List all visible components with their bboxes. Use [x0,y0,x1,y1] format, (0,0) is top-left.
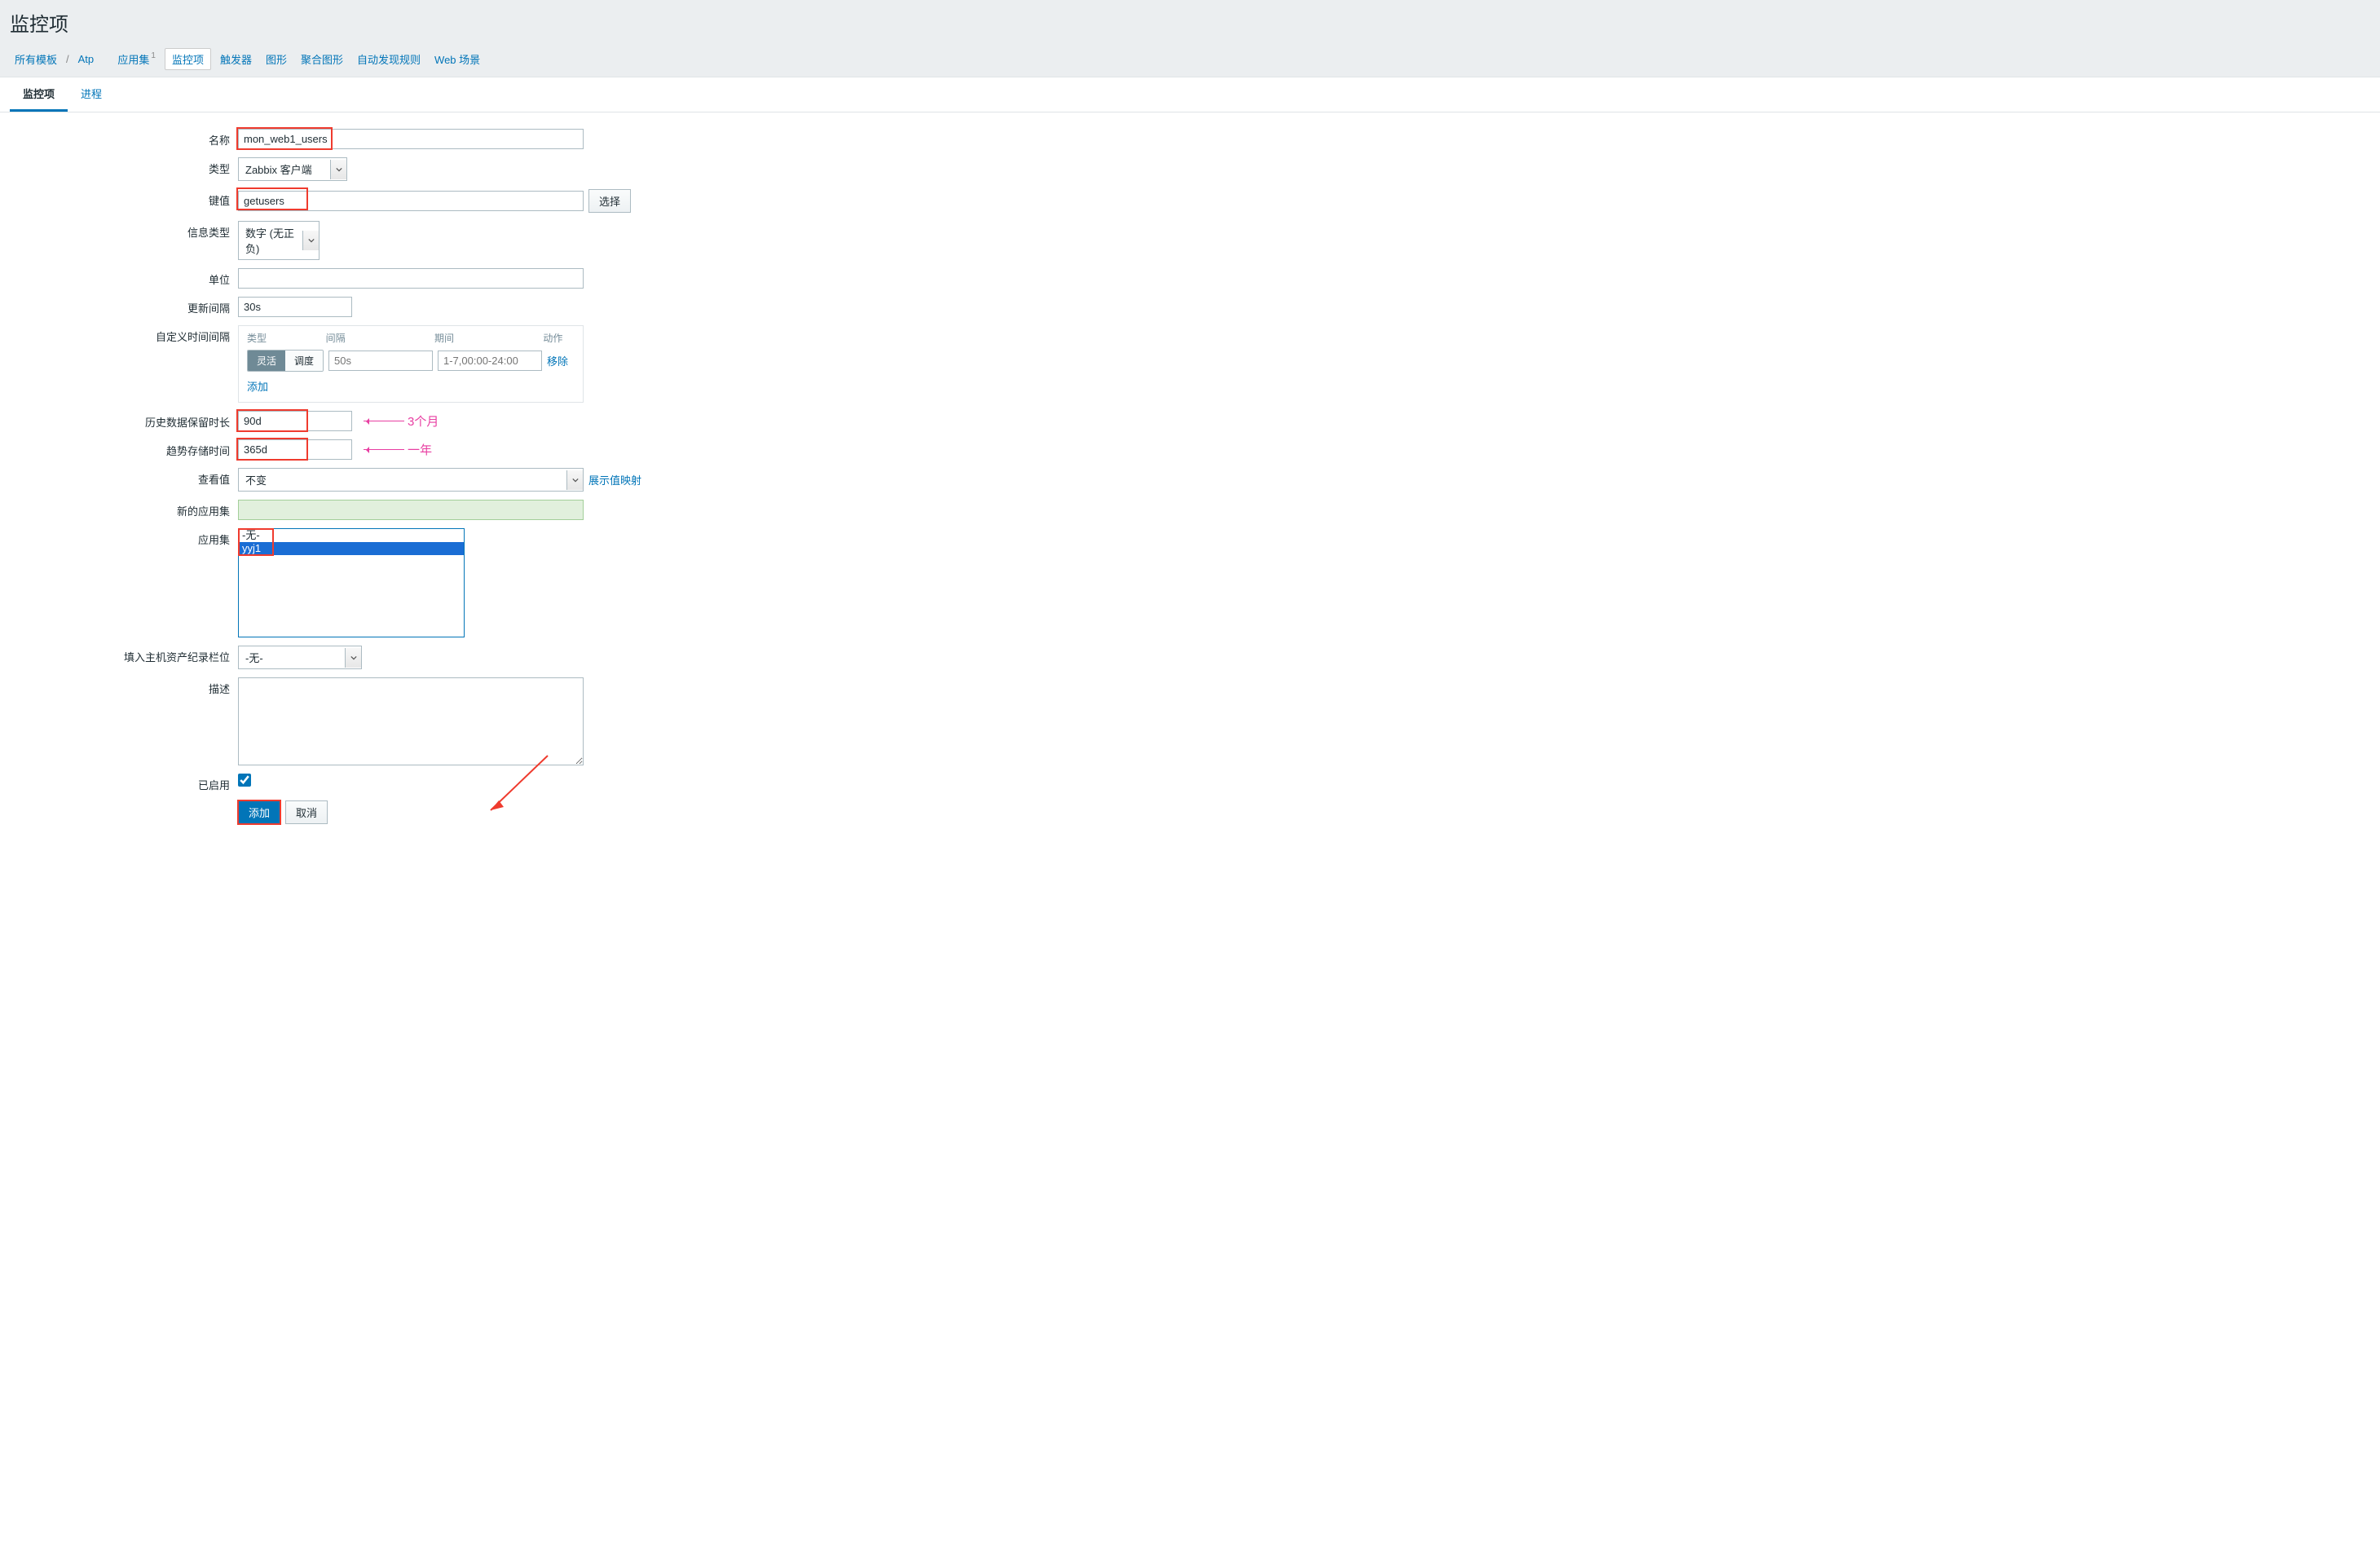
hdr-type: 类型 [247,331,326,345]
bc-template-name[interactable]: Atp [73,51,99,68]
label-apps: 应用集 [10,528,238,547]
label-new-app: 新的应用集 [10,500,238,518]
label-update-interval: 更新间隔 [10,297,238,315]
tab-process[interactable]: 进程 [68,77,115,112]
hdr-period: 期间 [434,331,543,345]
hdr-interval: 间隔 [326,331,434,345]
label-history: 历史数据保留时长 [10,411,238,430]
label-inventory: 填入主机资产纪录栏位 [10,646,238,664]
name-input[interactable] [238,129,584,149]
history-input[interactable] [238,411,352,431]
trends-input[interactable] [238,439,352,460]
custom-intervals-box: 类型 间隔 期间 动作 灵活 调度 移除 添加 [238,325,584,403]
bc-screens[interactable]: 聚合图形 [296,49,348,69]
label-name: 名称 [10,129,238,148]
interval-value-input[interactable] [328,351,433,371]
info-type-select[interactable]: 数字 (无正负) [238,221,320,260]
label-trends: 趋势存储时间 [10,439,238,458]
interval-type-toggle[interactable]: 灵活 调度 [247,350,324,372]
bc-discovery[interactable]: 自动发现规则 [352,49,425,69]
label-description: 描述 [10,677,238,696]
label-type: 类型 [10,157,238,176]
enabled-checkbox[interactable] [238,774,251,787]
breadcrumb: 所有模板 / Atp 应用集1 监控项 触发器 图形 聚合图形 自动发现规则 W… [0,45,2380,77]
app-option-yyj1[interactable]: yyj1 [239,542,464,555]
label-units: 单位 [10,268,238,287]
type-select[interactable]: Zabbix 客户端 [238,157,347,181]
bc-applications[interactable]: 应用集1 [112,49,161,69]
chevron-down-icon [345,648,361,668]
update-interval-input[interactable] [238,297,352,317]
page-title: 监控项 [0,0,2380,45]
bc-all-templates[interactable]: 所有模板 [10,49,62,69]
interval-remove-link[interactable]: 移除 [547,353,568,368]
form-tabs: 监控项 进程 [0,77,2380,112]
bc-graphs[interactable]: 图形 [261,49,292,69]
description-textarea[interactable] [238,677,584,765]
applications-listbox[interactable]: -无- yyj1 [238,528,465,637]
interval-period-input[interactable] [438,351,542,371]
key-input[interactable] [238,191,584,211]
show-value-select[interactable]: 不变 [238,468,584,492]
inventory-select[interactable]: -无- [238,646,362,669]
label-custom-intervals: 自定义时间间隔 [10,325,238,344]
chevron-down-icon [566,470,583,490]
hdr-action: 动作 [543,331,575,345]
annotation-history: 3个月 [364,412,439,430]
label-key: 键值 [10,189,238,208]
bc-triggers[interactable]: 触发器 [215,49,257,69]
item-form: 名称 类型 Zabbix 客户端 键值 选择 信息类型 数字 (无正负) [0,112,815,849]
annotation-trends: 一年 [364,441,432,458]
label-enabled: 已启用 [10,774,238,792]
add-button[interactable]: 添加 [238,800,280,824]
key-select-button[interactable]: 选择 [588,189,631,213]
cancel-button[interactable]: 取消 [285,800,328,824]
bc-sep: / [66,53,69,65]
new-application-input[interactable] [238,500,584,520]
bc-web[interactable]: Web 场景 [430,49,485,69]
label-info-type: 信息类型 [10,221,238,240]
chevron-down-icon [302,231,319,250]
chevron-down-icon [330,160,346,179]
interval-add-link[interactable]: 添加 [247,381,268,393]
tab-item[interactable]: 监控项 [10,77,68,112]
units-input[interactable] [238,268,584,289]
label-show-value: 查看值 [10,468,238,487]
show-value-mappings-link[interactable]: 展示值映射 [588,472,641,487]
app-option-none[interactable]: -无- [239,529,464,542]
bc-items[interactable]: 监控项 [165,48,211,70]
